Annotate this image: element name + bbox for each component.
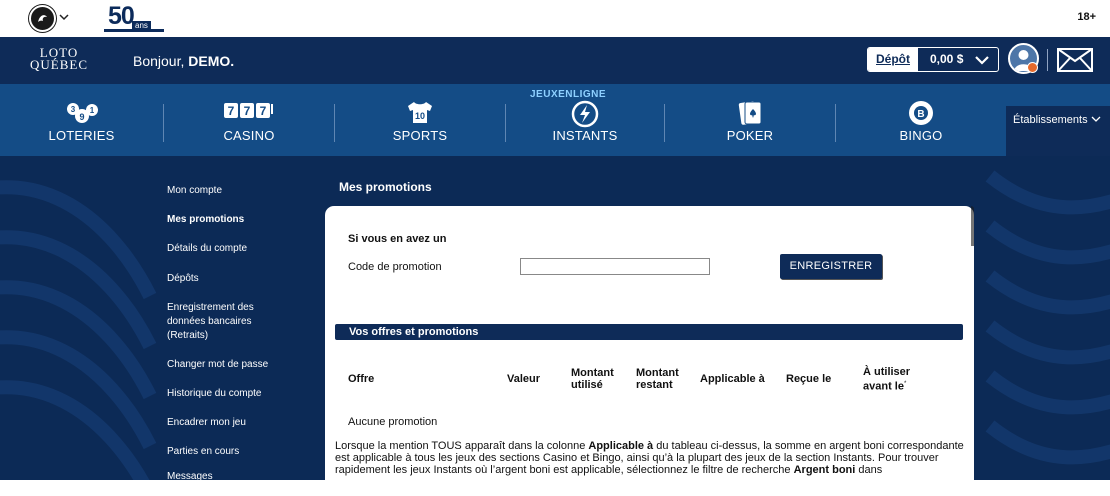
column-header-montant-restant: Montant restant (636, 367, 679, 391)
anniversary-logo: 50 ans (104, 2, 164, 32)
nav-item-bingo[interactable]: B BINGO (836, 84, 1006, 156)
deposit-balance-widget: Dépôt 0,00 $ (867, 47, 999, 72)
divider (1047, 49, 1048, 71)
bingo-ball-icon: B (908, 100, 934, 131)
page-title: Mes promotions (339, 180, 432, 194)
playing-card-icon (736, 100, 764, 131)
svg-text:10: 10 (415, 111, 425, 121)
nav-item-casino[interactable]: 777 CASINO (164, 84, 334, 156)
greeting: Bonjour, DEMO. (133, 53, 235, 69)
svg-text:9: 9 (79, 112, 84, 122)
age-limit-badge: 18+ (1077, 11, 1096, 23)
nav-item-instants[interactable]: INSTANTS (506, 84, 664, 156)
loto-quebec-seal-icon[interactable] (29, 5, 56, 32)
anniversary-number: 50 (108, 2, 135, 30)
svg-text:3: 3 (70, 105, 75, 114)
sidebar-item-encadrer-mon-jeu[interactable]: Encadrer mon jeu (167, 416, 246, 430)
jersey-icon: 10 (405, 100, 435, 129)
promo-code-label: Code de promotion (348, 261, 442, 273)
svg-text:B: B (917, 109, 924, 120)
register-button[interactable]: ENREGISTRER (780, 254, 882, 279)
top-bar: 50 ans 18+ (0, 0, 1110, 37)
sidebar-item-parties-en-cours[interactable]: Parties en cours (167, 445, 239, 459)
promo-code-input[interactable] (520, 258, 710, 275)
column-header-offre: Offre (348, 373, 375, 385)
column-header-valeur: Valeur (507, 373, 541, 385)
sidebar-item-mon-compte[interactable]: Mon compte (167, 184, 222, 198)
column-header-applicable: Applicable à (700, 373, 765, 385)
sidebar-item-donnees-bancaires-line2[interactable]: données bancaires (167, 315, 252, 329)
sidebar-item-messages[interactable]: Messages (167, 470, 213, 484)
column-header-a-utiliser: À utiliser avant le* (863, 366, 911, 393)
balance-value[interactable]: 0,00 $ (930, 52, 963, 66)
svg-text:7: 7 (244, 104, 251, 118)
username: DEMO. (188, 53, 235, 69)
nav-item-loteries[interactable]: 391 LOTERIES (0, 84, 163, 156)
chevron-down-icon (1091, 114, 1101, 126)
sidebar-item-donnees-bancaires-line3[interactable]: (Retraits) (167, 329, 208, 343)
nav-item-poker[interactable]: POKER (665, 84, 835, 156)
section-title: Si vous en avez un (348, 233, 447, 245)
chevron-down-icon[interactable] (974, 50, 990, 73)
svg-text:7: 7 (228, 104, 235, 118)
svg-text:7: 7 (260, 104, 267, 118)
establishments-dropdown[interactable]: Établissements (1006, 106, 1110, 156)
chevron-down-icon[interactable] (59, 12, 69, 24)
sidebar-item-details-compte[interactable]: Détails du compte (167, 242, 247, 256)
deposit-button[interactable]: Dépôt (868, 48, 918, 71)
column-header-recue-le: Reçue le (786, 373, 832, 385)
notification-dot-icon (1027, 62, 1038, 73)
main-navigation: JEUXENLIGNE 391 LOTERIES 777 CASINO 10 S… (0, 84, 1110, 156)
promotions-card: Si vous en avez un Code de promotion ENR… (325, 206, 974, 496)
slot-777-icon: 777 (223, 100, 275, 127)
offers-section-header: Vos offres et promotions (335, 324, 963, 340)
lottery-balls-icon: 391 (62, 100, 102, 131)
card-edge (971, 206, 974, 246)
svg-text:1: 1 (89, 106, 94, 115)
sidebar-item-mes-promotions[interactable]: Mes promotions (167, 213, 244, 227)
empty-state-message: Aucune promotion (348, 416, 438, 428)
column-header-montant-utilise: Montant utilisé (571, 367, 614, 391)
sidebar-item-changer-mot-de-passe[interactable]: Changer mot de passe (167, 358, 268, 372)
sidebar-item-depots[interactable]: Dépôts (167, 272, 199, 286)
loto-quebec-logo[interactable]: LOTO QUÉBEC (30, 46, 88, 71)
sidebar-item-historique[interactable]: Historique du compte (167, 387, 262, 401)
mail-icon[interactable] (1057, 48, 1093, 77)
sidebar-item-donnees-bancaires-line1[interactable]: Enregistrement des (167, 301, 254, 315)
nav-item-sports[interactable]: 10 SPORTS (335, 84, 505, 156)
account-header: LOTO QUÉBEC Bonjour, DEMO. Dépôt 0,00 $ (0, 37, 1110, 84)
applicability-note: Lorsque la mention TOUS apparaît dans la… (335, 440, 964, 476)
